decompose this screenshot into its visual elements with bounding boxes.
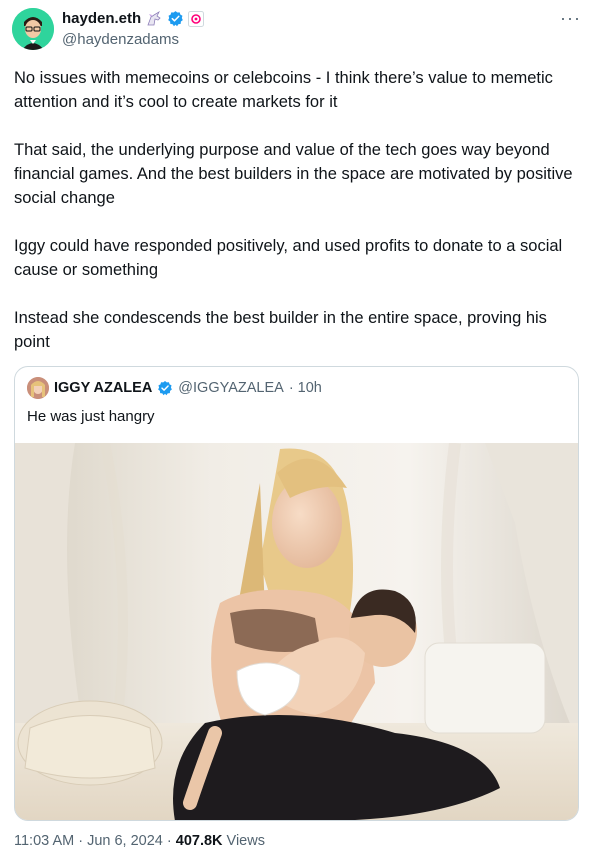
views-label: Views — [222, 833, 265, 849]
quote-author-avatar[interactable] — [27, 377, 49, 399]
verified-badge-icon — [157, 380, 173, 396]
tweet-paragraph: No issues with memecoins or celebcoins -… — [14, 69, 553, 111]
tweet-footer: 11:03 AM · Jun 6, 2024 · 407.8K Views — [14, 833, 265, 849]
quote-timestamp[interactable]: · 10h — [289, 380, 322, 396]
verified-badge-icon[interactable] — [167, 10, 184, 27]
quote-header: IGGY AZALEA @IGGYAZALEA · 10h — [27, 377, 322, 399]
tweet-paragraph: Iggy could have responded positively, an… — [14, 237, 563, 279]
quote-display-name[interactable]: IGGY AZALEA — [54, 380, 152, 396]
author-avatar[interactable] — [12, 8, 54, 50]
tweet-paragraph: Instead she condescends the best builder… — [14, 309, 547, 351]
tweet-header: hayden.eth @haydenzadams ··· — [0, 0, 595, 60]
quote-handle[interactable]: @IGGYAZALEA — [178, 380, 284, 396]
quote-media-image[interactable] — [15, 443, 578, 820]
more-options-button[interactable]: ··· — [560, 8, 581, 29]
quoted-tweet[interactable]: IGGY AZALEA @IGGYAZALEA · 10h He was jus… — [14, 366, 579, 821]
tweet-paragraph: That said, the underlying purpose and va… — [14, 141, 573, 207]
uniswap-pink-icon[interactable] — [188, 10, 205, 27]
tweet-text: No issues with memecoins or celebcoins -… — [14, 66, 586, 378]
views-count: 407.8K — [175, 833, 223, 849]
quote-text: He was just hangry — [27, 408, 155, 425]
author-name-row: hayden.eth — [62, 10, 205, 27]
tweet-timestamp[interactable]: 11:03 AM · Jun 6, 2024 · — [14, 833, 176, 849]
unicorn-emoji-icon — [145, 10, 163, 27]
author-display-name[interactable]: hayden.eth — [62, 10, 141, 27]
author-handle[interactable]: @haydenzadams — [62, 31, 179, 48]
